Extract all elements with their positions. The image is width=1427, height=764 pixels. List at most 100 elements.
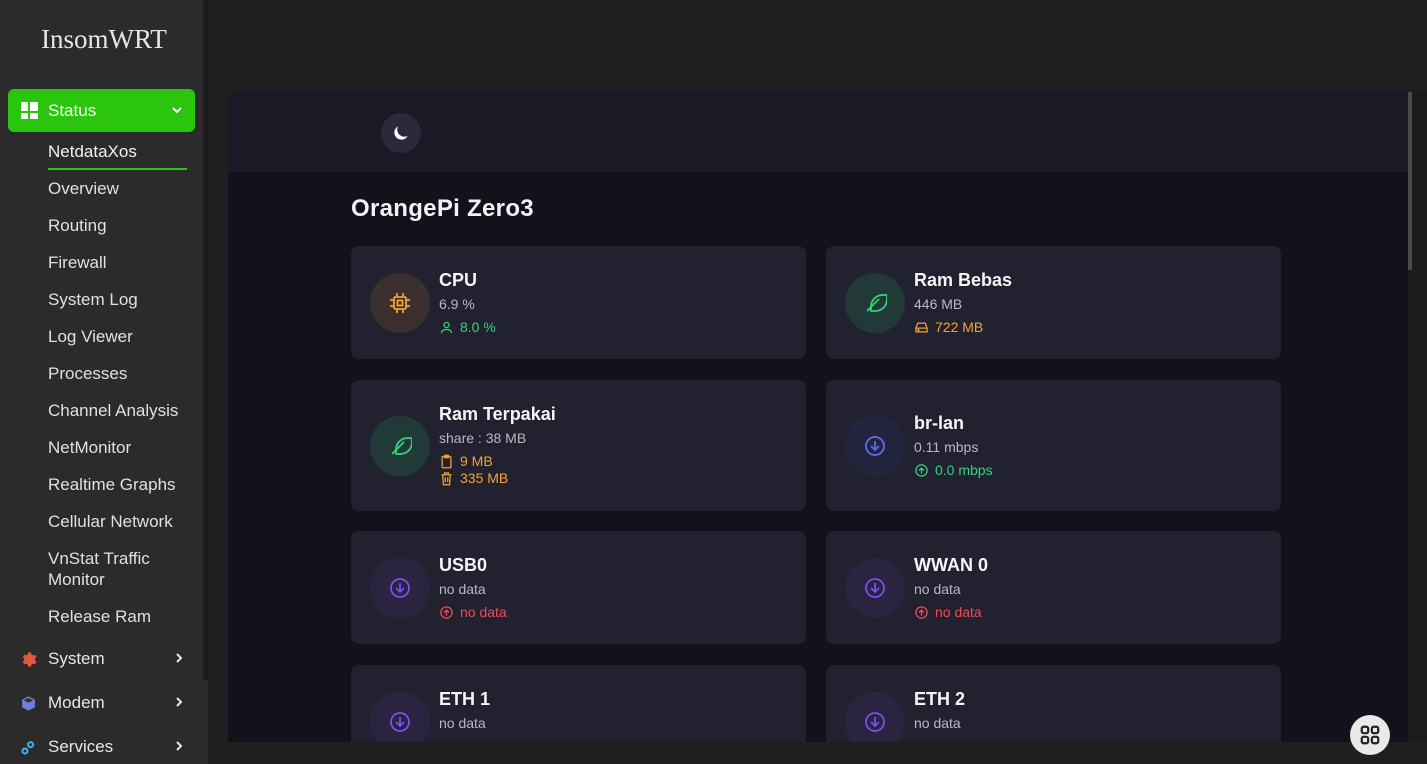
chevron-right-icon (174, 649, 184, 669)
gear-icon (20, 651, 37, 668)
drive-icon (915, 322, 928, 332)
rx-rate: no data (439, 581, 486, 597)
card-title: br-lan (914, 413, 965, 433)
card-subvalue: no data (439, 604, 507, 620)
card-title: Ram Bebas (914, 270, 1013, 290)
download-icon (370, 692, 430, 742)
chevron-down-icon (171, 101, 183, 121)
card-value: no data (914, 581, 961, 597)
sidebar-subitem-netdataxos[interactable]: NetdataXos (48, 141, 137, 162)
sidebar-item-services[interactable]: Services (0, 732, 208, 762)
card-title: WWAN 0 (914, 555, 988, 575)
sidebar-subitem-netmonitor[interactable]: NetMonitor (48, 437, 131, 458)
sidebar-item-system[interactable]: System (0, 644, 208, 674)
brand-logo[interactable]: InsomWRT (0, 24, 208, 55)
card-title: ETH 2 (914, 689, 966, 709)
sidebar-item-label: Modem (48, 693, 105, 712)
card-value: no data (439, 581, 486, 597)
card-subvalue: 8.0 % (439, 319, 496, 335)
theme-toggle-button[interactable] (381, 113, 421, 153)
sidebar-item-label: System (48, 649, 105, 668)
download-icon (845, 558, 905, 618)
card-ram-terpakai: Ram Terpakai share : 38 MB 9 MB 335 MB (351, 380, 806, 511)
card-subvalue: 335 MB (439, 470, 508, 486)
download-icon (845, 416, 905, 476)
cube-icon (20, 695, 37, 712)
rx-rate: 0.11 mbps (914, 439, 979, 455)
sidebar-subitem-log-viewer[interactable]: Log Viewer (48, 326, 133, 347)
card-eth1: ETH 1 no data (351, 665, 806, 742)
tx-rate: no data (935, 604, 982, 620)
moon-icon (394, 126, 408, 140)
main-panel: OrangePi Zero3 CPU 6.9 % 8.0 % Ram Bebas… (228, 92, 1408, 742)
card-ram-bebas: Ram Bebas 446 MB 722 MB (826, 246, 1281, 359)
card-value: no data (439, 715, 486, 731)
card-subvalue: 9 MB (439, 453, 493, 469)
user-icon (440, 321, 453, 333)
cpu-user: 8.0 % (460, 319, 496, 335)
chip-icon (370, 273, 430, 333)
ram-used: 335 MB (460, 470, 509, 486)
sidebar-scrollbar[interactable] (203, 0, 208, 680)
ram-cached: 722 MB (935, 319, 984, 335)
card-title: USB0 (439, 555, 488, 575)
card-eth2: ETH 2 no data (826, 665, 1281, 742)
sidebar-item-status[interactable]: Status (8, 89, 195, 132)
rx-rate: no data (914, 715, 961, 731)
cogs-icon (20, 739, 37, 756)
panel-topbar (228, 92, 1408, 172)
sidebar-subitem-processes[interactable]: Processes (48, 363, 127, 384)
sidebar-subitem-release-ram[interactable]: Release Ram (48, 606, 151, 627)
sidebar-subitem-cellular-network[interactable]: Cellular Network (48, 511, 173, 532)
sidebar-item-label: Status (48, 100, 97, 120)
card-value: 446 MB (914, 296, 962, 312)
clipboard-icon (441, 454, 452, 468)
sidebar-item-label: Services (48, 737, 114, 756)
card-title: ETH 1 (439, 689, 491, 709)
sidebar-subitem-system-log[interactable]: System Log (48, 289, 138, 310)
active-indicator (48, 168, 187, 170)
sidebar: InsomWRT Status NetdataXos Overview Rout… (0, 0, 208, 764)
card-br-lan: br-lan 0.11 mbps 0.0 mbps (826, 380, 1281, 511)
scrollbar-thumb[interactable] (1408, 92, 1412, 270)
chevron-right-icon (174, 737, 184, 757)
download-icon (370, 558, 430, 618)
card-usb0: USB0 no data no data (351, 531, 806, 644)
page-title: OrangePi Zero3 (351, 195, 534, 222)
ram-buffers: 9 MB (460, 453, 493, 469)
sidebar-subitem-realtime-graphs[interactable]: Realtime Graphs (48, 474, 176, 495)
rx-rate: no data (914, 581, 961, 597)
sidebar-subitem-overview[interactable]: Overview (48, 178, 119, 199)
rx-rate: no data (439, 715, 486, 731)
card-value: no data (914, 715, 961, 731)
card-value: 0.11 mbps (914, 439, 978, 455)
apps-menu-button[interactable] (1350, 715, 1390, 755)
tx-rate: 0.0 mbps (935, 462, 993, 478)
trash-icon (441, 471, 452, 485)
card-cpu: CPU 6.9 % 8.0 % (351, 246, 806, 359)
upload-icon (440, 605, 453, 619)
sidebar-subitem-firewall[interactable]: Firewall (48, 252, 107, 273)
card-wwan0: WWAN 0 no data no data (826, 531, 1281, 644)
ram-shared: share : 38 MB (439, 430, 527, 446)
sidebar-item-modem[interactable]: Modem (0, 688, 208, 718)
card-value: share : 38 MB (439, 430, 526, 446)
sidebar-subitem-channel-analysis[interactable]: Channel Analysis (48, 400, 178, 421)
sidebar-subitem-routing[interactable]: Routing (48, 215, 107, 236)
upload-icon (915, 605, 928, 619)
upload-icon (915, 463, 928, 477)
tx-rate: no data (460, 604, 507, 620)
dashboard-icon (21, 102, 38, 119)
feather-icon (370, 416, 430, 476)
chevron-right-icon (174, 693, 184, 713)
sidebar-subitem-vnstat[interactable]: VnStat Traffic Monitor (48, 548, 178, 590)
card-title: CPU (439, 270, 478, 290)
download-icon (845, 692, 905, 742)
card-value: 6.9 % (439, 296, 475, 312)
card-subvalue: 0.0 mbps (914, 462, 993, 478)
card-subvalue: 722 MB (914, 319, 983, 335)
ram-free: 446 MB (914, 296, 963, 312)
main-scrollbar[interactable] (1408, 92, 1427, 742)
apps-grid-icon (1360, 725, 1380, 745)
card-title: Ram Terpakai (439, 404, 556, 424)
